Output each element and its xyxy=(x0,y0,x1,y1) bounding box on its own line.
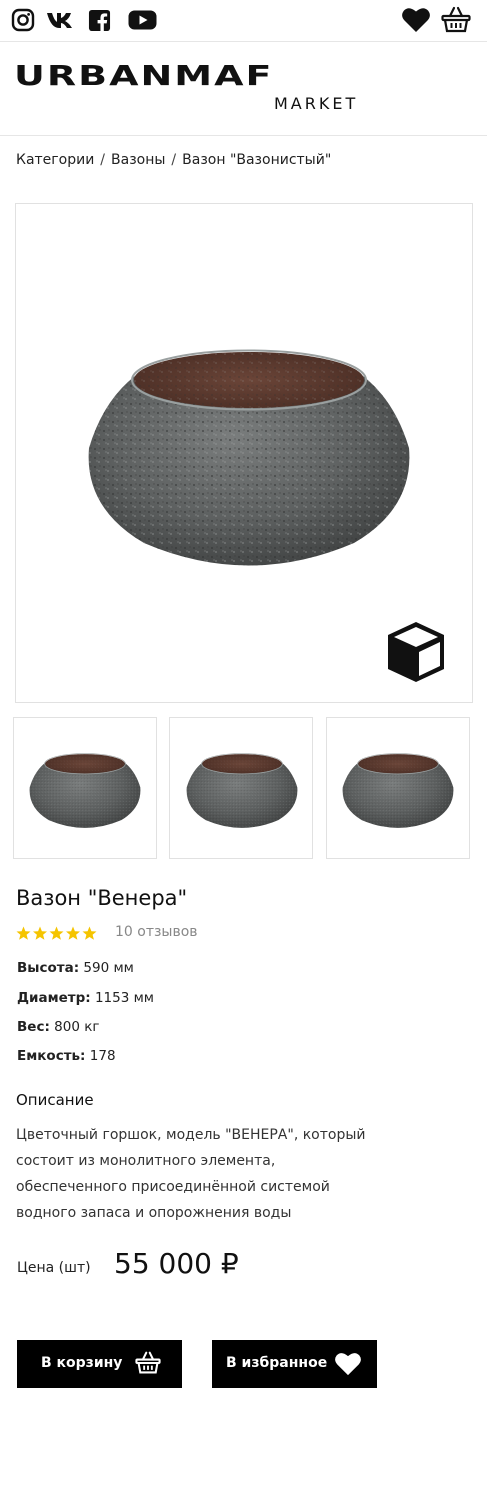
instagram-icon[interactable] xyxy=(10,8,36,32)
breadcrumb: Категории / Вазоны / Вазон "Вазонистый" xyxy=(16,152,331,168)
spec-capacity: Емкость: 178 xyxy=(17,1048,116,1064)
spec-value: 800 кг xyxy=(54,1019,100,1035)
thumbnail-2[interactable] xyxy=(169,717,313,859)
spec-label: Емкость: xyxy=(17,1048,86,1064)
breadcrumb-item-current[interactable]: Вазон "Вазонистый" xyxy=(182,152,331,168)
logo-subtitle: MARKET xyxy=(274,94,359,113)
vk-icon[interactable] xyxy=(46,8,74,32)
price-label: Цена (шт) xyxy=(17,1260,91,1276)
price-value: 55 000 ₽ xyxy=(114,1247,239,1280)
star-icon xyxy=(49,926,64,940)
breadcrumb-item-categories[interactable]: Категории xyxy=(16,152,94,168)
product-title: Вазон "Венера" xyxy=(16,886,188,910)
thumbnail-3[interactable] xyxy=(326,717,470,859)
rating-stars xyxy=(16,926,97,941)
spec-label: Вес: xyxy=(17,1019,50,1035)
breadcrumb-item-vases[interactable]: Вазоны xyxy=(111,152,165,168)
vase-thumbnail-image xyxy=(28,748,142,830)
vase-image xyxy=(84,337,414,569)
spec-height: Высота: 590 мм xyxy=(17,960,134,976)
description-text: Цветочный горшок, модель "ВЕНЕРА", котор… xyxy=(16,1127,366,1221)
star-icon xyxy=(82,926,97,940)
spec-weight: Вес: 800 кг xyxy=(17,1019,99,1035)
spec-value: 1153 мм xyxy=(94,990,154,1006)
add-to-favorites-button[interactable]: В избранное xyxy=(212,1340,377,1388)
spec-value: 590 мм xyxy=(83,960,134,976)
logo[interactable]: URBANMAF xyxy=(14,62,273,89)
star-icon xyxy=(33,926,47,940)
vase-thumbnail-image xyxy=(185,748,299,830)
vase-thumbnail-image xyxy=(341,748,455,830)
reviews-count[interactable]: 10 отзывов xyxy=(115,924,198,940)
spec-diameter: Диаметр: 1153 мм xyxy=(17,990,154,1006)
add-to-cart-label: В корзину xyxy=(41,1355,123,1371)
spec-label: Диаметр: xyxy=(17,990,91,1006)
add-to-cart-button[interactable]: В корзину xyxy=(17,1340,182,1388)
spec-label: Высота: xyxy=(17,960,80,976)
add-to-favorites-label: В избранное xyxy=(226,1355,328,1371)
spec-value: 178 xyxy=(89,1048,116,1064)
heart-icon xyxy=(334,1351,362,1381)
main-product-image[interactable] xyxy=(15,203,473,703)
breadcrumb-separator: / xyxy=(100,152,106,168)
description-heading: Описание xyxy=(16,1091,94,1109)
star-icon xyxy=(66,926,80,940)
youtube-icon[interactable] xyxy=(127,8,157,32)
cart-basket-icon[interactable] xyxy=(441,6,473,34)
star-icon xyxy=(16,926,31,940)
breadcrumb-separator: / xyxy=(171,152,177,168)
thumbnail-1[interactable] xyxy=(13,717,157,859)
facebook-icon[interactable] xyxy=(87,8,111,32)
favorites-heart-icon[interactable] xyxy=(401,6,433,34)
3d-cube-icon[interactable] xyxy=(382,618,450,686)
top-bar xyxy=(0,0,487,42)
logo-area: URBANMAF MARKET xyxy=(0,42,487,136)
basket-icon xyxy=(135,1351,161,1379)
